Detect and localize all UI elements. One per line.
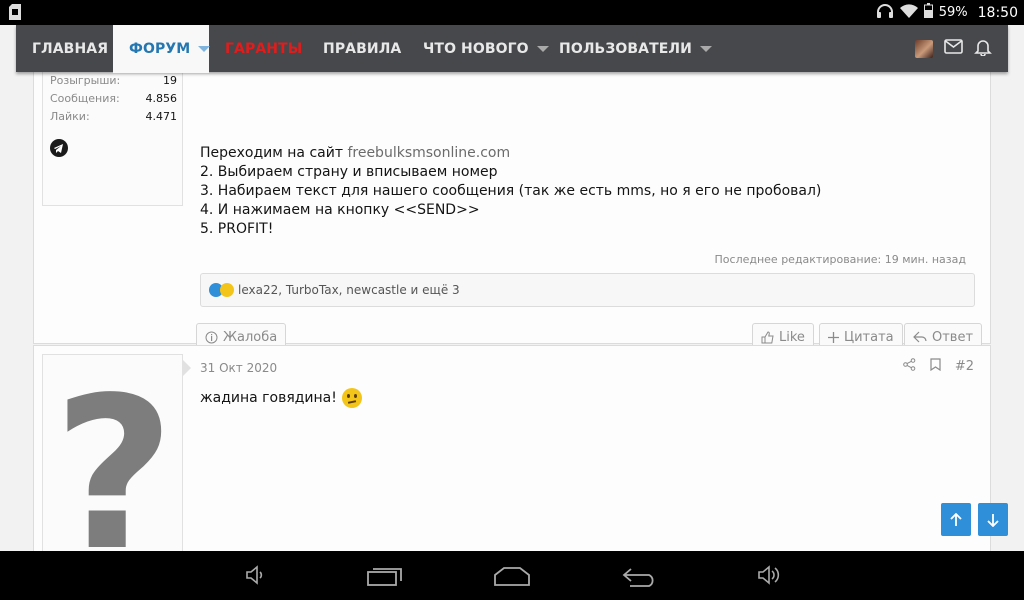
wifi-icon: [899, 3, 918, 22]
user-arrow: [183, 360, 191, 376]
post-2: ? 31 Окт 2020 #2 жадина говядина!: [33, 345, 991, 551]
tab-guarantors-label: ГАРАНТЫ: [225, 40, 303, 57]
tab-whats-new[interactable]: ЧТО НОВОГО: [423, 25, 549, 72]
info-circle-icon: [205, 331, 218, 343]
headphones-icon: [876, 3, 894, 22]
telegram-icon[interactable]: [50, 139, 68, 157]
user-stat-label: Розыгрыши:: [50, 73, 121, 87]
post-number[interactable]: #2: [955, 359, 974, 374]
clock: 18:50: [977, 4, 1018, 21]
user-avatar[interactable]: [915, 39, 933, 58]
default-avatar[interactable]: ?: [53, 355, 175, 552]
user-info-panel: ?: [42, 354, 183, 551]
back-icon[interactable]: [622, 567, 658, 591]
tab-home[interactable]: ГЛАВНАЯ: [32, 25, 108, 72]
confused-face-emoji: [341, 388, 362, 408]
arrow-down-icon: [987, 513, 999, 527]
user-stat-value: 4.471: [145, 109, 178, 123]
tab-rules-label: ПРАВИЛА: [323, 40, 402, 57]
report-label: Жалоба: [223, 329, 278, 345]
tab-guarantors[interactable]: ГАРАНТЫ: [225, 25, 302, 72]
reply-label: Ответ: [932, 329, 974, 345]
bookmark-icon[interactable]: [930, 358, 941, 375]
scroll-up-button[interactable]: [941, 503, 971, 536]
status-bar: 59% 18:50: [0, 0, 1024, 25]
sd-card-icon: [9, 4, 21, 24]
user-stat-label: Сообщения:: [50, 91, 120, 105]
thread-content: Дней с нами:2.496Репутация:288Розыгрыши:…: [0, 25, 1024, 551]
tab-home-label: ГЛАВНАЯ: [32, 40, 109, 57]
volume-up-icon[interactable]: [756, 564, 780, 590]
site-link[interactable]: freebulksmsonline.com: [347, 145, 510, 161]
reactions-bar[interactable]: lexa22, TurboTax, newcastle и ещё 3: [200, 273, 975, 307]
last-edited: Последнее редактирование: 19 мин. назад: [714, 253, 966, 266]
like-label: Like: [779, 329, 805, 345]
recent-apps-icon[interactable]: [367, 566, 403, 590]
intro-text: Переходим на сайт: [200, 145, 348, 161]
chevron-down-icon[interactable]: [198, 46, 211, 52]
user-stat-row: Сообщения: 4.856: [50, 89, 177, 107]
reaction-users[interactable]: lexa22, TurboTax, newcastle и ещё 3: [238, 283, 460, 297]
quote-label: Цитата: [844, 329, 894, 345]
reply-arrow-icon: [913, 331, 927, 343]
tab-whats-new-label: ЧТО НОВОГО: [423, 40, 529, 57]
user-stat-label: Лайки:: [50, 109, 90, 123]
laugh-reaction-icon: [220, 283, 234, 297]
chevron-down-icon[interactable]: [699, 45, 712, 52]
step-4: 4. И нажимаем на кнопку <<SEND>>: [200, 202, 480, 218]
scroll-down-button[interactable]: [978, 503, 1008, 536]
plus-icon: [828, 331, 839, 343]
tab-rules[interactable]: ПРАВИЛА: [323, 25, 401, 72]
volume-down-icon[interactable]: [244, 564, 266, 590]
tab-users[interactable]: ПОЛЬЗОВАТЕЛИ: [559, 25, 712, 72]
step-5: 5. PROFIT!: [200, 221, 274, 237]
tab-forum-label: ФОРУМ: [129, 41, 191, 57]
battery-percent: 59%: [938, 5, 968, 20]
mail-icon[interactable]: [944, 39, 963, 58]
system-nav-bar: [0, 551, 1024, 600]
post-body: Переходим на сайт freebulksmsonline.com …: [200, 144, 821, 239]
share-icon[interactable]: [903, 358, 916, 375]
user-stat-row: Лайки: 4.471: [50, 107, 177, 125]
thumbs-up-icon: [761, 330, 774, 343]
tab-users-label: ПОЛЬЗОВАТЕЛИ: [559, 40, 692, 57]
battery-icon: [923, 3, 933, 22]
step-3: 3. Набираем текст для нашего сообщения (…: [200, 183, 822, 199]
post-text: жадина говядина!: [200, 390, 337, 406]
forum-navbar: ГЛАВНАЯ ФОРУМ ГАРАНТЫ ПРАВИЛА ЧТО НОВОГО…: [16, 25, 1008, 73]
user-stat-value: 4.856: [145, 91, 178, 105]
user-stat-value: 19: [163, 73, 177, 87]
post-date[interactable]: 31 Окт 2020: [200, 361, 277, 375]
chevron-down-icon[interactable]: [536, 45, 549, 52]
bell-icon[interactable]: [974, 38, 992, 60]
tab-forum[interactable]: ФОРУМ: [113, 25, 211, 73]
home-icon[interactable]: [494, 566, 530, 590]
post-body: жадина говядина!: [200, 388, 362, 408]
arrow-up-icon: [950, 512, 962, 526]
user-stat-row: Розыгрыши: 19: [50, 71, 177, 89]
step-2: 2. Выбираем страну и вписываем номер: [200, 164, 498, 180]
